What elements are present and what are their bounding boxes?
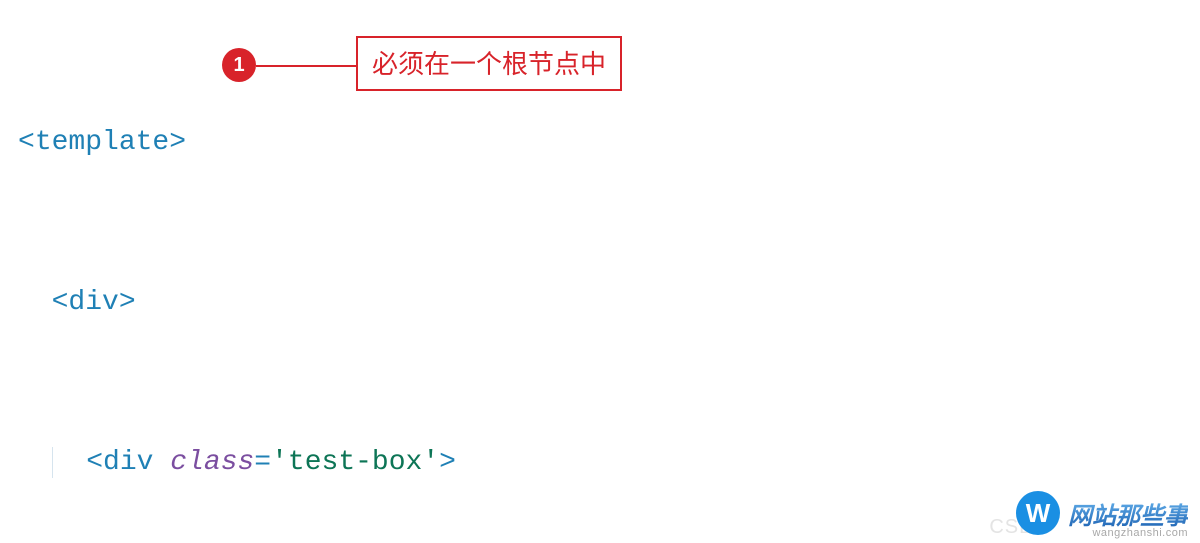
quote: '	[422, 447, 439, 478]
tag-close: >	[119, 287, 136, 318]
tag-name: div	[103, 447, 153, 478]
watermark-icon: W	[1016, 491, 1060, 535]
attr-name: class	[170, 447, 254, 478]
tag-name: template	[35, 127, 169, 158]
tag-close: >	[439, 447, 456, 478]
annotation-text: 必须在一个根节点中	[372, 49, 606, 79]
tag-open: <	[86, 447, 103, 478]
watermark-icon-letter: W	[1026, 498, 1051, 529]
tag-name: div	[68, 287, 118, 318]
code-line-3: | <div class='test-box'>	[18, 436, 1182, 489]
annotation-leader-line	[256, 65, 356, 67]
watermark-brand: 网站那些事	[1068, 496, 1188, 531]
tag-open: <	[18, 127, 35, 158]
watermark-domain: wangzhanshi.com	[1092, 527, 1188, 539]
code-line-2: <div>	[18, 276, 1182, 329]
annotation-number: 1	[233, 54, 244, 77]
quote: '	[271, 447, 288, 478]
annotation-callout: 必须在一个根节点中	[356, 36, 622, 91]
code-line-1: <template>	[18, 116, 1182, 169]
attr-value: test-box	[288, 447, 422, 478]
tag-open: <	[52, 287, 69, 318]
equals: =	[254, 447, 271, 478]
annotation-badge: 1	[222, 48, 256, 82]
tag-close: >	[169, 127, 186, 158]
